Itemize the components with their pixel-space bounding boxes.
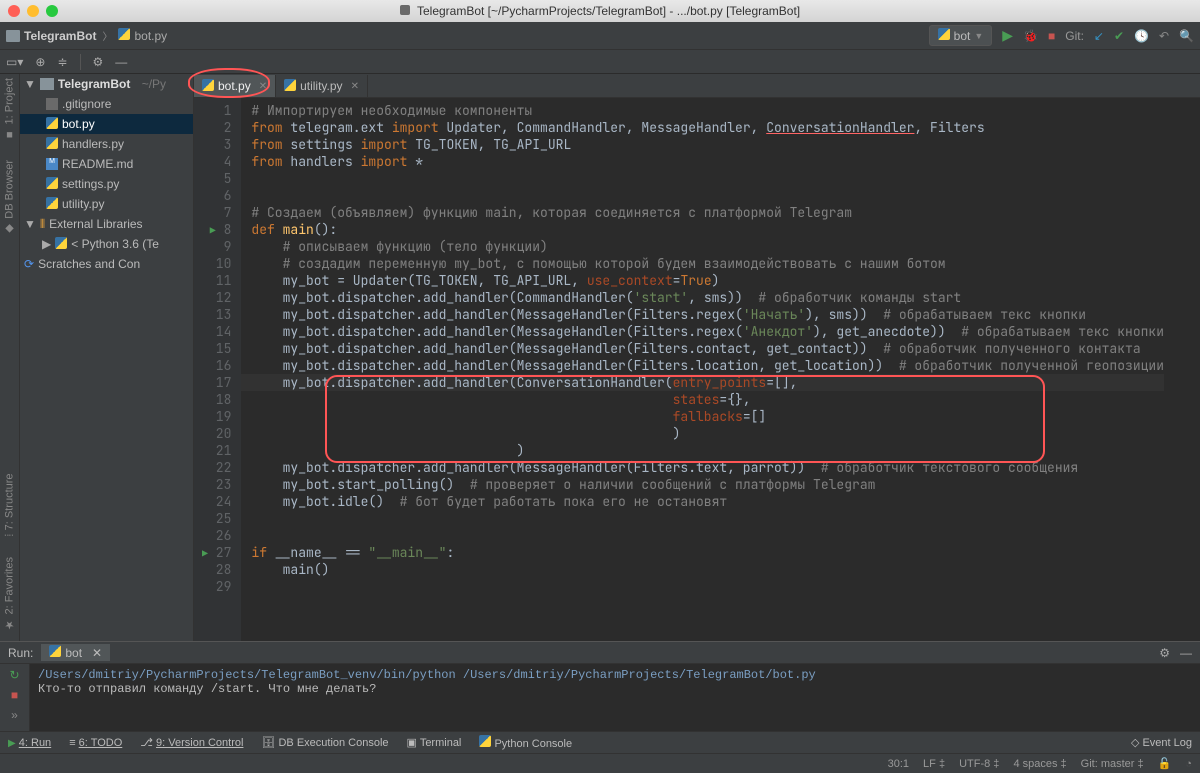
- toolbar-right: bot ▼ ▶ 🐞 ■ Git: ↙ ✔ 🕓 ↶ 🔍: [929, 25, 1194, 46]
- project-tree[interactable]: ▼ TelegramBot ~/Py .gitignore bot.py han…: [20, 74, 194, 641]
- tab-bot-py[interactable]: bot.py✕: [194, 75, 276, 97]
- settings-button[interactable]: ⚙: [93, 55, 104, 69]
- breadcrumb[interactable]: TelegramBot 〉 bot.py: [6, 28, 167, 43]
- tree-ext-libs[interactable]: ▼⦀External Libraries: [20, 214, 193, 234]
- git-rollback-button[interactable]: ↶: [1159, 29, 1169, 43]
- tree-file[interactable]: settings.py: [20, 174, 193, 194]
- run-tool-header: Run: bot✕ ⚙ —: [0, 642, 1200, 664]
- tree-root[interactable]: ▼ TelegramBot ~/Py: [20, 74, 193, 94]
- debug-button[interactable]: 🐞: [1023, 29, 1038, 43]
- git-branch[interactable]: Git: master ‡: [1081, 758, 1144, 770]
- open-button[interactable]: ▭▾: [6, 55, 23, 69]
- tree-file[interactable]: .gitignore: [20, 94, 193, 114]
- stop-button[interactable]: ■: [11, 688, 18, 702]
- file-encoding[interactable]: UTF-8 ‡: [959, 758, 999, 770]
- python-file-icon: [284, 79, 296, 94]
- run-config-selector[interactable]: bot ▼: [929, 25, 993, 46]
- tree-file[interactable]: bot.py: [20, 114, 193, 134]
- search-everywhere-button[interactable]: 🔍: [1179, 29, 1194, 43]
- code-editor[interactable]: 1234567▶ 8910111213141516171819202122232…: [194, 98, 1200, 641]
- run-tab[interactable]: bot✕: [41, 644, 110, 661]
- python-file-icon: [118, 28, 130, 43]
- structure-tool-button[interactable]: ⦙7: Structure: [3, 473, 16, 536]
- settings-icon[interactable]: ⚙: [1159, 646, 1170, 660]
- run-side-toolbar: ↻ ■ »: [0, 664, 30, 731]
- target-button[interactable]: ⊕: [35, 55, 45, 69]
- left-tool-strip: ■1: Project ◆DB Browser ⦙7: Structure ★2…: [0, 74, 20, 641]
- chevron-right-icon: 〉: [102, 28, 112, 43]
- db-browser-tool-button[interactable]: ◆DB Browser: [3, 160, 16, 236]
- code-content[interactable]: # Импортируем необходимые компонентыfrom…: [241, 98, 1164, 641]
- python-file-icon: [46, 197, 58, 212]
- output-line: Кто-то отправил команду /start. Что мне …: [38, 682, 1192, 696]
- editor-panel: bot.py✕ utility.py✕ 1234567▶ 89101112131…: [194, 74, 1200, 641]
- expand-icon[interactable]: ▼: [24, 217, 36, 231]
- python-icon: [938, 28, 950, 43]
- run-output[interactable]: /Users/dmitriy/PycharmProjects/TelegramB…: [30, 664, 1200, 731]
- chevron-down-icon: ▼: [974, 31, 983, 41]
- status-bar: 30:1 LF ‡ UTF-8 ‡ 4 spaces ‡ Git: master…: [0, 753, 1200, 773]
- run-label: Run:: [8, 646, 33, 660]
- git-history-button[interactable]: 🕓: [1134, 29, 1149, 43]
- breadcrumb-project[interactable]: TelegramBot: [6, 29, 96, 43]
- git-update-button[interactable]: ↙: [1094, 29, 1104, 43]
- rerun-button[interactable]: ↻: [9, 668, 19, 682]
- breadcrumb-file[interactable]: bot.py: [118, 28, 167, 43]
- project-tool-button[interactable]: ■1: Project: [3, 78, 16, 140]
- close-tab-icon[interactable]: ✕: [92, 646, 102, 660]
- close-tab-icon[interactable]: ✕: [351, 81, 359, 92]
- python-file-icon: [202, 79, 214, 94]
- git-label: Git:: [1065, 29, 1084, 43]
- collapse-button[interactable]: ≑: [57, 55, 67, 69]
- expand-icon[interactable]: ▶: [42, 237, 51, 251]
- close-tab-icon[interactable]: ✕: [259, 81, 267, 92]
- markdown-icon: M: [46, 158, 58, 170]
- more-button[interactable]: »: [11, 708, 18, 722]
- tree-python[interactable]: ▶< Python 3.6 (Te: [20, 234, 193, 254]
- main-area: ■1: Project ◆DB Browser ⦙7: Structure ★2…: [0, 74, 1200, 641]
- python-file-icon: [46, 137, 58, 152]
- expand-icon[interactable]: ▼: [24, 77, 36, 91]
- tree-file[interactable]: handlers.py: [20, 134, 193, 154]
- python-icon: [55, 237, 67, 252]
- tree-scratches[interactable]: ⟳Scratches and Con: [20, 254, 193, 274]
- stop-button[interactable]: ■: [1048, 29, 1055, 43]
- cursor-position[interactable]: 30:1: [888, 758, 909, 770]
- read-only-toggle[interactable]: 🔓: [1158, 757, 1172, 770]
- indent-info[interactable]: 4 spaces ‡: [1013, 758, 1066, 770]
- favorites-tool-button[interactable]: ★2: Favorites: [3, 557, 16, 631]
- tab-utility-py[interactable]: utility.py✕: [276, 75, 368, 97]
- python-file-icon: [46, 177, 58, 192]
- gutter-line-numbers: 1234567▶ 8910111213141516171819202122232…: [194, 98, 241, 641]
- window-title: TelegramBot [~/PycharmProjects/TelegramB…: [0, 4, 1200, 18]
- tree-file[interactable]: MREADME.md: [20, 154, 193, 174]
- hide-icon[interactable]: —: [1180, 646, 1192, 660]
- folder-icon: [6, 30, 20, 42]
- line-separator[interactable]: LF ‡: [923, 758, 945, 770]
- editor-tabs: bot.py✕ utility.py✕: [194, 74, 1200, 98]
- git-commit-button[interactable]: ✔: [1114, 29, 1124, 43]
- run-button[interactable]: ▶: [1002, 27, 1013, 44]
- output-line: /Users/dmitriy/PycharmProjects/TelegramB…: [38, 668, 1192, 682]
- bottom-tool-bar: ▶ 4: Run ≡ 6: TODO ⎇ 9: Version Control …: [0, 731, 1200, 753]
- editor-toolbar: ▭▾ ⊕ ≑ ⚙ —: [0, 50, 1200, 74]
- app-icon: [400, 5, 410, 15]
- python-icon: [49, 645, 61, 660]
- scratches-icon: ⟳: [24, 257, 34, 271]
- tree-file[interactable]: utility.py: [20, 194, 193, 214]
- folder-icon: [40, 78, 54, 90]
- library-icon: ⦀: [40, 217, 45, 232]
- title-bar: TelegramBot [~/PycharmProjects/TelegramB…: [0, 0, 1200, 22]
- navigation-bar: TelegramBot 〉 bot.py bot ▼ ▶ 🐞 ■ Git: ↙ …: [0, 22, 1200, 50]
- python-file-icon: [46, 117, 58, 132]
- run-tool-window: Run: bot✕ ⚙ — ↻ ■ » /Users/dmitriy/Pycha…: [0, 641, 1200, 731]
- hide-button[interactable]: —: [115, 55, 127, 69]
- file-icon: [46, 98, 58, 110]
- inspections-icon[interactable]: ◔: [1185, 758, 1192, 770]
